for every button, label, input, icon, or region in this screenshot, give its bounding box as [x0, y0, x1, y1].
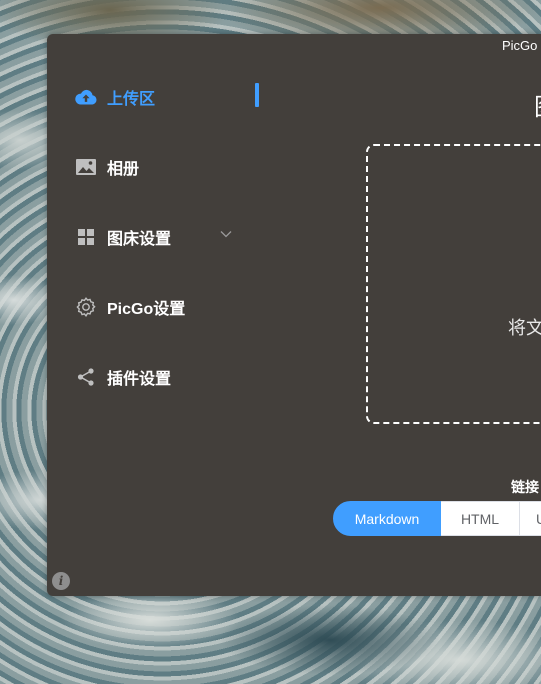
chevron-down-icon[interactable] — [219, 227, 233, 241]
share-icon — [75, 366, 97, 388]
link-format-radio-group: Markdown HTML U — [333, 501, 541, 536]
active-indicator — [255, 83, 259, 107]
gear-icon — [75, 296, 97, 318]
sidebar-item-gallery[interactable]: 相册 — [75, 153, 139, 181]
sidebar-item-label: 插件设置 — [107, 371, 172, 388]
link-format-label: 链接 — [511, 479, 539, 495]
sidebar-item-picbed-settings[interactable]: 图床设置 — [75, 223, 171, 251]
info-icon[interactable]: i — [52, 572, 70, 590]
picgo-window: PicGo 上传区 相册 图床设置 PicGo设置 插件设置 将文 链接 Mar… — [47, 34, 541, 596]
sidebar-item-plugin-settings[interactable]: 插件设置 — [75, 363, 171, 391]
image-icon — [75, 156, 97, 178]
sidebar-item-picgo-settings[interactable]: PicGo设置 — [75, 293, 185, 321]
sidebar-item-label: PicGo设置 — [107, 301, 186, 318]
format-url-button[interactable]: U — [520, 501, 541, 536]
upload-cloud-icon — [75, 86, 97, 108]
upload-dropzone[interactable] — [366, 144, 541, 424]
sidebar-item-label: 图床设置 — [107, 231, 172, 248]
dropzone-text: 将文 — [508, 318, 541, 338]
format-markdown-button[interactable]: Markdown — [333, 501, 441, 536]
sidebar-item-upload[interactable]: 上传区 — [75, 83, 155, 111]
grid-icon — [75, 226, 97, 248]
sidebar-item-label: 相册 — [107, 161, 140, 178]
format-html-button[interactable]: HTML — [441, 501, 520, 536]
sidebar-item-label: 上传区 — [107, 91, 156, 108]
page-title: 图 — [534, 87, 541, 122]
window-title: PicGo — [502, 38, 538, 53]
